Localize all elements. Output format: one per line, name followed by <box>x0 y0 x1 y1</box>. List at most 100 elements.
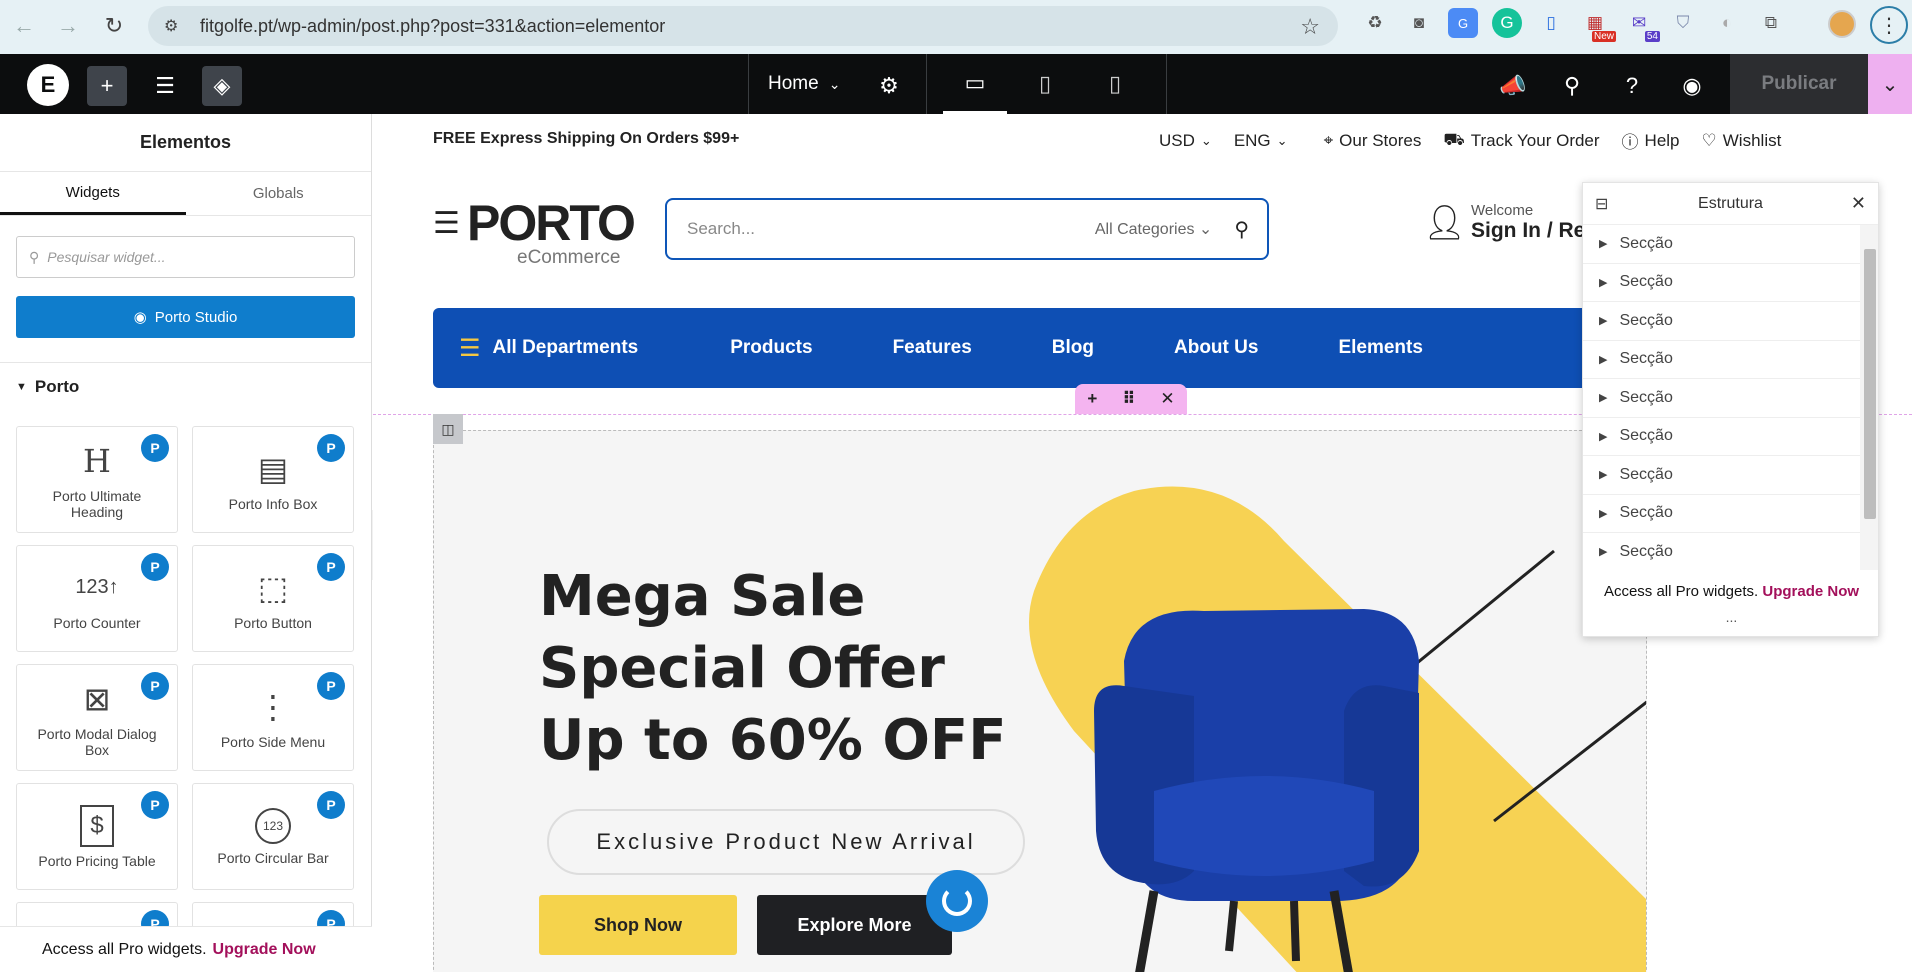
address-bar[interactable]: ⚙ fitgolfe.pt/wp-admin/post.php?post=331… <box>148 6 1338 46</box>
widget-porto-pricing-table[interactable]: P $ Porto Pricing Table <box>16 783 178 890</box>
link-label: Help <box>1644 130 1680 150</box>
tab-widgets[interactable]: Widgets <box>0 172 186 215</box>
widget-search-input[interactable]: ⚲ Pesquisar widget... <box>16 236 355 278</box>
track-order-link[interactable]: ⛟ Track Your Order <box>1443 130 1599 152</box>
browser-menu-icon[interactable]: ⋮ <box>1870 6 1908 44</box>
caret-right-icon[interactable]: ▶ <box>1599 314 1607 327</box>
caret-right-icon[interactable]: ▶ <box>1599 507 1607 520</box>
document-extension-icon[interactable]: ▯ <box>1536 8 1566 38</box>
hamburger-menu-icon[interactable]: ☰ <box>433 206 460 241</box>
caret-right-icon[interactable]: ▶ <box>1599 545 1607 558</box>
structure-item[interactable]: ▶ Secção <box>1583 264 1861 302</box>
profile-avatar[interactable] <box>1828 10 1856 38</box>
close-icon[interactable]: ✕ <box>1851 193 1866 214</box>
page-settings-icon[interactable]: ⚙ <box>869 66 909 106</box>
drag-handle-icon[interactable]: ⠿ <box>1122 389 1135 409</box>
nav-item-products[interactable]: Products <box>730 337 812 359</box>
structure-item[interactable]: ▶ Secção <box>1583 456 1861 495</box>
widget-porto-button[interactable]: P ⬚ Porto Button <box>192 545 354 652</box>
widget-porto-ultimate-heading[interactable]: P H Porto Ultimate Heading <box>16 426 178 533</box>
grammarly-extension-icon[interactable]: G <box>1492 8 1522 38</box>
column-handle-icon[interactable]: ◫ <box>433 414 463 444</box>
widget-porto-counter[interactable]: P 123↑ Porto Counter <box>16 545 178 652</box>
all-departments-button[interactable]: ☰ All Departments <box>459 334 638 363</box>
structure-item[interactable]: ▶ Secção <box>1583 302 1861 341</box>
wishlist-link[interactable]: ♡ Wishlist <box>1702 131 1782 151</box>
publish-options-chevron-icon[interactable]: ⌄ <box>1868 54 1912 114</box>
caret-right-icon[interactable]: ▶ <box>1599 353 1607 366</box>
structure-item[interactable]: ▶ Secção <box>1583 533 1861 570</box>
widget-porto-info-box[interactable]: P ▤ Porto Info Box <box>192 426 354 533</box>
structure-item[interactable]: ▶ Secção <box>1583 379 1861 418</box>
nav-item-blog[interactable]: Blog <box>1052 337 1094 359</box>
upgrade-now-link[interactable]: Upgrade Now <box>213 941 316 959</box>
our-stores-link[interactable]: ⌖ Our Stores <box>1324 131 1422 151</box>
sign-in-link[interactable]: Sign In / Re <box>1471 219 1585 243</box>
widget-porto-modal-dialog-box[interactable]: P ⊠ Porto Modal Dialog Box <box>16 664 178 771</box>
widget-porto-side-menu[interactable]: P ⋮ Porto Side Menu <box>192 664 354 771</box>
site-settings-icon[interactable]: ⚙ <box>164 16 186 36</box>
forward-icon[interactable]: → <box>46 4 90 48</box>
search-icon[interactable]: ⚲ <box>1234 217 1249 242</box>
publish-button[interactable]: Publicar <box>1730 54 1868 114</box>
structure-toggle-icon[interactable]: ⊟ <box>1595 194 1608 214</box>
porto-studio-button[interactable]: ◉ Porto Studio <box>16 296 355 338</box>
nav-item-features[interactable]: Features <box>893 337 972 359</box>
desktop-view-icon[interactable]: ▭ <box>943 54 1007 114</box>
account-area[interactable]: 👤︎ Welcome Sign In / Re <box>1423 202 1585 243</box>
caret-right-icon[interactable]: ▶ <box>1599 276 1607 289</box>
nav-item-elements[interactable]: Elements <box>1338 337 1422 359</box>
translate-extension-icon[interactable]: G <box>1448 8 1478 38</box>
puzzle-extensions-icon[interactable]: ⧉ <box>1756 8 1786 38</box>
mail-extension-icon[interactable]: ✉ <box>1624 8 1660 42</box>
help-icon[interactable]: ? <box>1612 66 1652 106</box>
structure-item[interactable]: ▶ Secção <box>1583 225 1861 264</box>
structure-button[interactable]: ◈ <box>202 66 242 106</box>
shield-extension-icon[interactable]: ⛉ <box>1668 8 1698 38</box>
caret-right-icon[interactable]: ▶ <box>1599 391 1607 404</box>
delete-section-icon[interactable]: ✕ <box>1160 389 1174 409</box>
scrollbar-thumb[interactable] <box>1864 249 1876 519</box>
add-element-button[interactable]: + <box>87 66 127 106</box>
caret-right-icon[interactable]: ▶ <box>1599 468 1607 481</box>
departments-label: All Departments <box>492 337 639 358</box>
porto-logo[interactable]: PORTO eCommerce <box>467 198 636 267</box>
help-link[interactable]: ⓘ Help <box>1622 128 1680 153</box>
category-select[interactable]: All Categories ⌄ <box>1095 219 1212 239</box>
add-section-icon[interactable]: + <box>1087 389 1097 409</box>
upgrade-now-link[interactable]: Upgrade Now <box>1762 583 1859 600</box>
whats-new-icon[interactable]: 📣 <box>1493 66 1533 106</box>
elementor-logo-icon[interactable]: E <box>27 64 69 106</box>
bookmark-star-icon[interactable]: ☆ <box>1300 14 1320 40</box>
accent-line <box>1493 700 1646 823</box>
structure-item[interactable]: ▶ Secção <box>1583 495 1861 533</box>
caret-right-icon[interactable]: ▶ <box>1599 237 1607 250</box>
tab-globals[interactable]: Globals <box>186 172 372 215</box>
moon-extension-icon[interactable]: ◐ <box>1712 8 1742 38</box>
camera-extension-icon[interactable]: ◙ <box>1404 8 1434 38</box>
structure-item[interactable]: ▶ Secção <box>1583 418 1861 456</box>
widget-porto-circular-bar[interactable]: P 123 Porto Circular Bar <box>192 783 354 890</box>
recycle-extension-icon[interactable]: ♻ <box>1360 8 1390 38</box>
structure-item[interactable]: ▶ Secção <box>1583 341 1861 379</box>
currency-selector[interactable]: USD ⌄ <box>1159 131 1212 151</box>
finder-search-icon[interactable]: ⚲ <box>1552 66 1592 106</box>
site-search-input[interactable]: Search... All Categories ⌄ ⚲ <box>665 198 1269 260</box>
language-selector[interactable]: ENG ⌄ <box>1234 131 1288 151</box>
hero-section[interactable]: Mega Sale Special Offer Up to 60% OFF Ex… <box>433 430 1647 972</box>
caret-right-icon[interactable]: ▶ <box>1599 430 1607 443</box>
explore-more-button[interactable]: Explore More <box>757 895 952 955</box>
shop-now-button[interactable]: Shop Now <box>539 895 737 955</box>
preview-eye-icon[interactable]: ◉ <box>1672 66 1712 106</box>
structure-scrollbar[interactable] <box>1860 225 1878 570</box>
category-porto[interactable]: ▼ Porto <box>0 363 371 411</box>
nav-item-about-us[interactable]: About Us <box>1174 337 1258 359</box>
mobile-view-icon[interactable]: ▯ <box>1083 54 1147 114</box>
more-options-icon[interactable]: ... <box>1583 609 1880 625</box>
page-selector[interactable]: Home ⌄ <box>768 54 840 114</box>
new-extension-icon[interactable]: ▦ <box>1580 8 1616 42</box>
reload-icon[interactable]: ↻ <box>92 4 136 48</box>
tablet-view-icon[interactable]: ▯ <box>1013 54 1077 114</box>
back-icon[interactable]: ← <box>2 4 46 48</box>
site-settings-button[interactable]: ☰ <box>145 66 185 106</box>
